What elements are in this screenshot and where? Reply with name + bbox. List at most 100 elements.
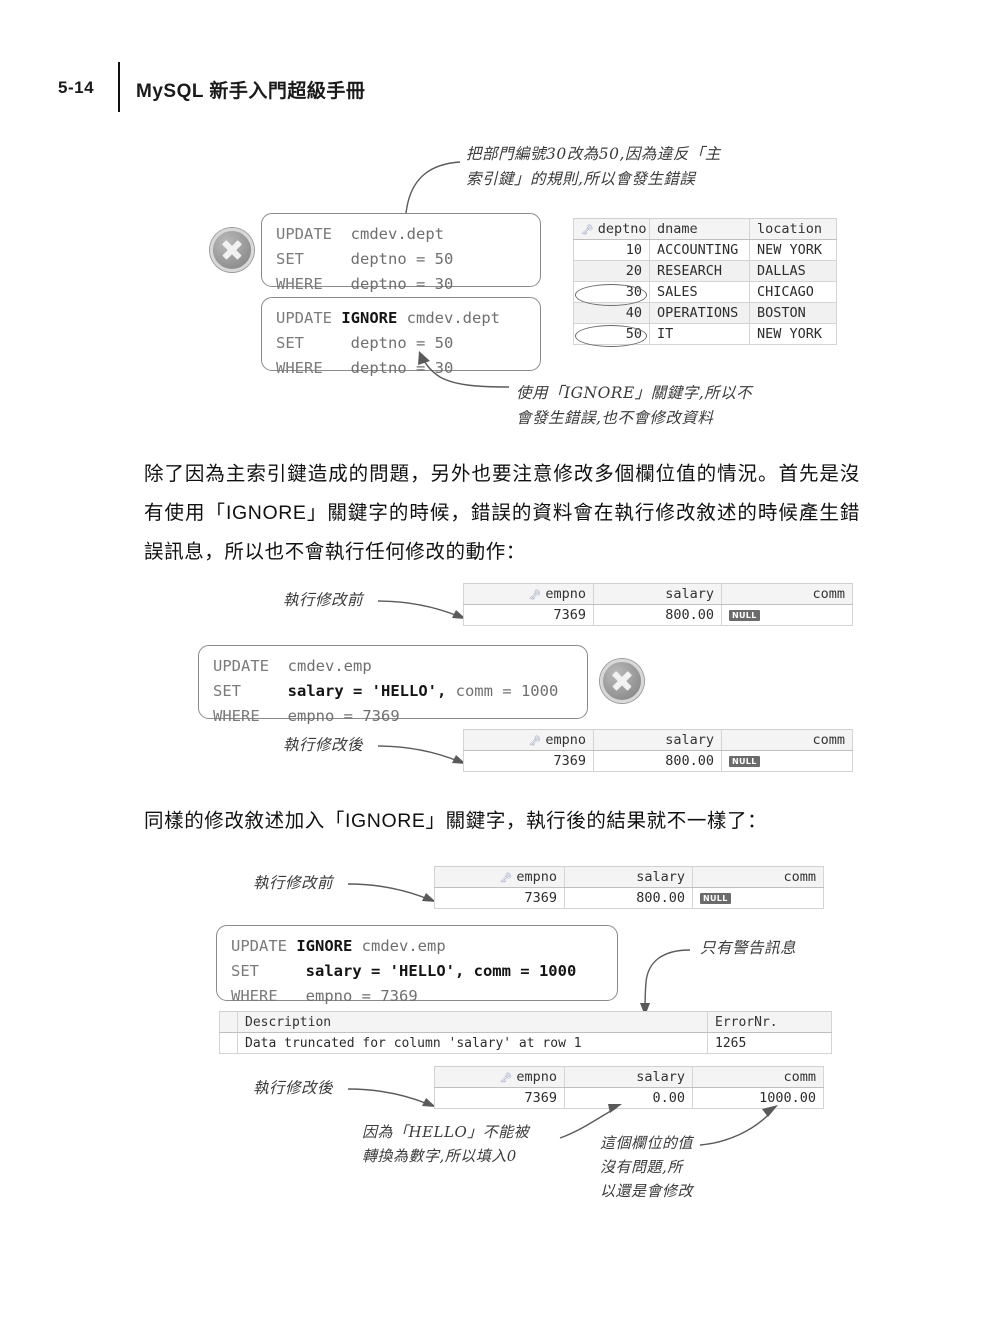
leader-line-ignore-note bbox=[418, 351, 510, 388]
sql-keyword-where: WHERE bbox=[231, 987, 278, 1005]
sql-line2-rest: deptno = 50 bbox=[304, 250, 454, 268]
null-badge: NULL bbox=[729, 756, 760, 767]
sql-line3-rest: empno = 7369 bbox=[259, 707, 400, 725]
column-header-errornr: ErrorNr. bbox=[707, 1011, 832, 1033]
cell-deptno: 30 bbox=[573, 281, 650, 303]
arrow-after-update-noignore bbox=[377, 745, 466, 764]
cell-dname: RESEARCH bbox=[649, 260, 750, 282]
sql-line1-rest: cmdev.dept bbox=[397, 309, 500, 327]
arrow-after-update-ignore bbox=[347, 1088, 436, 1107]
cell-salary: 800.00 bbox=[593, 750, 722, 772]
table-row: 10 ACCOUNTING NEW YORK bbox=[573, 239, 837, 261]
column-header-empno: empno bbox=[463, 729, 594, 751]
arrow-before-update-noignore bbox=[377, 600, 466, 619]
sql-keyword-update: UPDATE bbox=[213, 657, 269, 675]
row-indicator-header bbox=[219, 1011, 238, 1033]
cell-comm: NULL bbox=[721, 604, 853, 626]
label-after-update-noignore: 執行修改後 bbox=[283, 736, 364, 754]
column-header-empno: empno bbox=[434, 866, 565, 888]
column-header-location: location bbox=[749, 218, 837, 240]
result-grid-emp-before-ignore: empno salary comm 7369 800.00 NULL bbox=[434, 866, 824, 909]
table-header-row: Description ErrorNr. bbox=[219, 1011, 832, 1033]
cell-dname: SALES bbox=[649, 281, 750, 303]
cell-empno: 7369 bbox=[463, 750, 594, 772]
sql-keyword-set: SET bbox=[213, 682, 241, 700]
cell-deptno: 40 bbox=[573, 302, 650, 324]
sql-box-update-emp-ignore: UPDATE IGNORE cmdev.emp SET salary = 'HE… bbox=[216, 925, 618, 1005]
result-grid-emp-after-noignore: empno salary comm 7369 800.00 NULL bbox=[463, 729, 853, 772]
cell-dname: OPERATIONS bbox=[649, 302, 750, 324]
sql-keyword-where: WHERE bbox=[276, 359, 323, 377]
sql-keyword-where: WHERE bbox=[213, 707, 260, 725]
null-badge: NULL bbox=[729, 610, 760, 621]
column-header-empno: empno bbox=[463, 583, 594, 605]
column-header-comm: comm bbox=[721, 583, 853, 605]
sql-set-assignment-bold: salary = 'HELLO', comm = 1000 bbox=[305, 962, 577, 980]
cell-description: Data truncated for column 'salary' at ro… bbox=[237, 1032, 708, 1054]
table-header-row: empno salary comm bbox=[463, 729, 853, 751]
sql-keyword-ignore: IGNORE bbox=[341, 309, 398, 327]
table-header-row: empno salary comm bbox=[463, 583, 853, 605]
column-header-empno: empno bbox=[434, 1066, 565, 1088]
cell-errornr: 1265 bbox=[707, 1032, 832, 1054]
column-header-salary: salary bbox=[564, 866, 693, 888]
error-x-icon-emp bbox=[600, 659, 644, 703]
column-header-salary: salary bbox=[593, 583, 722, 605]
cell-location: NEW YORK bbox=[749, 323, 837, 345]
column-header-comm: comm bbox=[692, 866, 824, 888]
book-title: MySQL 新手入門超級手冊 bbox=[136, 81, 366, 102]
sql-line1-rest: cmdev.emp bbox=[269, 657, 372, 675]
cell-comm: NULL bbox=[692, 887, 824, 909]
column-header-dname: dname bbox=[649, 218, 750, 240]
result-grid-dept: deptno dname location 10 ACCOUNTING NEW … bbox=[573, 218, 837, 345]
cell-deptno: 50 bbox=[573, 323, 650, 345]
sql-box-update-emp-noignore: UPDATE cmdev.emp SET salary = 'HELLO', c… bbox=[198, 645, 588, 725]
table-row: 7369 800.00 NULL bbox=[463, 750, 853, 772]
cell-dname: IT bbox=[649, 323, 750, 345]
cell-location: NEW YORK bbox=[749, 239, 837, 261]
sql-keyword-set: SET bbox=[276, 334, 304, 352]
sql-line2-rest: comm = 1000 bbox=[446, 682, 559, 700]
table-row: 30 SALES CHICAGO bbox=[573, 281, 837, 303]
table-row: 50 IT NEW YORK bbox=[573, 323, 837, 345]
table-row: 7369 800.00 NULL bbox=[463, 604, 853, 626]
sql-keyword-where: WHERE bbox=[276, 275, 323, 293]
result-grid-emp-before-noignore: empno salary comm 7369 800.00 NULL bbox=[463, 583, 853, 626]
cell-empno: 7369 bbox=[434, 1087, 565, 1109]
row-indicator-cell bbox=[219, 1032, 238, 1054]
cell-salary: 800.00 bbox=[564, 887, 693, 909]
sql-keyword-set: SET bbox=[231, 962, 259, 980]
paragraph-ignore-intro: 同樣的修改敘述加入「IGNORE」關鍵字，執行後的結果就不一樣了： bbox=[144, 810, 768, 832]
page-header: 5-14 MySQL 新手入門超級手冊 bbox=[58, 62, 758, 114]
table-header-row: empno salary comm bbox=[434, 866, 824, 888]
sql-keyword-update: UPDATE bbox=[276, 309, 332, 327]
sql-keyword-update: UPDATE bbox=[276, 225, 332, 243]
table-header-row: deptno dname location bbox=[573, 218, 837, 240]
arrow-before-update-ignore bbox=[347, 883, 436, 902]
paragraph-multi-column-intro: 除了因為主索引鍵造成的問題，另外也要注意修改多個欄位值的情況。首先是沒有使用「I… bbox=[144, 463, 860, 563]
error-x-icon-dept bbox=[210, 228, 254, 272]
page-folio: 5-14 bbox=[58, 78, 95, 97]
column-header-comm: comm bbox=[721, 729, 853, 751]
leader-line-warning-note bbox=[640, 949, 691, 1016]
warning-grid: Description ErrorNr. Data truncated for … bbox=[219, 1011, 832, 1054]
sql-keyword-set: SET bbox=[276, 250, 304, 268]
table-row: 40 OPERATIONS BOSTON bbox=[573, 302, 837, 324]
label-before-update-noignore: 執行修改前 bbox=[283, 591, 364, 609]
sql-box-update-dept-fail: UPDATE cmdev.dept SET deptno = 50 WHERE … bbox=[261, 213, 541, 293]
sql-line1-rest: cmdev.emp bbox=[352, 937, 446, 955]
label-after-update-ignore: 執行修改後 bbox=[253, 1079, 334, 1097]
annotation-comm-updated: 這個欄位的值 沒有問題,所 以還是會修改 bbox=[600, 1134, 694, 1200]
sql-line1-rest: cmdev.dept bbox=[332, 225, 444, 243]
null-badge: NULL bbox=[700, 893, 731, 904]
cell-location: CHICAGO bbox=[749, 281, 837, 303]
cell-comm: NULL bbox=[721, 750, 853, 772]
cell-deptno: 20 bbox=[573, 260, 650, 282]
column-header-salary: salary bbox=[593, 729, 722, 751]
label-before-update-ignore: 執行修改前 bbox=[253, 874, 334, 892]
annotation-ignore-no-error: 使用「IGNORE」關鍵字,所以不 會發生錯誤,也不會修改資料 bbox=[516, 384, 753, 427]
sql-keyword-update: UPDATE bbox=[231, 937, 287, 955]
cell-location: BOSTON bbox=[749, 302, 837, 324]
table-row: 20 RESEARCH DALLAS bbox=[573, 260, 837, 282]
annotation-hello-converted-zero: 因為「HELLO」不能被 轉換為數字,所以填入0 bbox=[362, 1123, 530, 1165]
